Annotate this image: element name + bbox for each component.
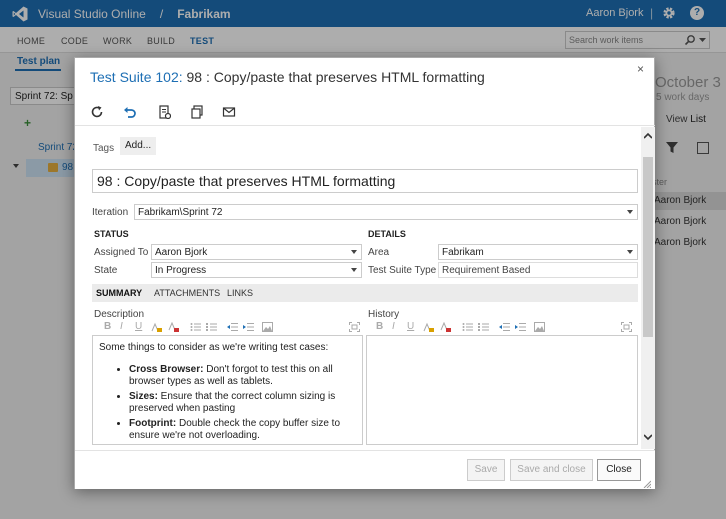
dialog-title-text: 98 : Copy/paste that preserves HTML form…	[186, 69, 485, 85]
highlight-icon[interactable]	[151, 322, 162, 332]
list-item: Sizes: Ensure that the correct column si…	[129, 391, 345, 415]
scrollbar-thumb[interactable]	[643, 157, 653, 337]
assigned-to-value: Aaron Bjork	[155, 247, 208, 258]
iteration-label: Iteration	[92, 207, 129, 218]
mail-icon[interactable]	[222, 105, 236, 119]
bullet-term: Footprint:	[129, 418, 177, 429]
copy-icon[interactable]	[190, 105, 204, 119]
indent-icon[interactable]	[243, 322, 254, 332]
undo-icon[interactable]	[123, 105, 137, 119]
italic-button[interactable]: I	[120, 321, 123, 332]
underline-button[interactable]: U	[135, 321, 142, 332]
work-item-dialog: Test Suite 102: 98 : Copy/paste that pre…	[74, 57, 655, 489]
bold-button[interactable]: B	[104, 321, 111, 332]
state-value: In Progress	[155, 265, 207, 276]
bullet-list-icon[interactable]	[190, 322, 201, 332]
scroll-down-icon[interactable]	[644, 433, 652, 441]
maximize-icon[interactable]	[349, 322, 360, 332]
list-item: Cross Browser: Don't forgot to test this…	[129, 364, 345, 388]
history-label: History	[368, 309, 400, 320]
image-icon[interactable]	[262, 322, 273, 332]
bold-button[interactable]: B	[376, 321, 383, 332]
area-select[interactable]: Fabrikam	[438, 244, 638, 260]
italic-button[interactable]: I	[392, 321, 395, 332]
details-section-header: DETAILS	[368, 229, 406, 239]
tab-summary[interactable]: SUMMARY	[96, 288, 142, 298]
bullet-term: Cross Browser:	[129, 364, 204, 375]
bullet-term: Sizes:	[129, 391, 158, 402]
tab-attachments[interactable]: ATTACHMENTS	[154, 288, 220, 298]
dialog-form: Tags Add... 98 : Copy/paste that preserv…	[75, 127, 655, 449]
dialog-toolbar	[75, 98, 655, 126]
form-tabs: SUMMARY ATTACHMENTS LINKS	[92, 284, 638, 302]
numbered-list-icon[interactable]	[206, 322, 217, 332]
description-rich-text-toolbar: B I U	[104, 321, 360, 333]
highlight-icon[interactable]	[423, 322, 434, 332]
chevron-down-icon	[627, 250, 633, 254]
indent-icon[interactable]	[515, 322, 526, 332]
description-intro: Some things to consider as we're writing…	[99, 342, 329, 353]
bullet-text: Ensure that the correct column sizing is…	[129, 391, 336, 414]
chevron-down-icon	[351, 250, 357, 254]
link-icon[interactable]	[157, 105, 171, 119]
maximize-icon[interactable]	[621, 322, 632, 332]
refresh-icon[interactable]	[90, 105, 104, 119]
tags-label: Tags	[93, 143, 115, 154]
tab-links[interactable]: LINKS	[227, 288, 253, 298]
image-icon[interactable]	[534, 322, 545, 332]
font-color-icon[interactable]	[440, 322, 451, 332]
history-editor[interactable]	[366, 335, 638, 445]
outdent-icon[interactable]	[227, 322, 238, 332]
dialog-title-suite[interactable]: Test Suite 102:	[90, 69, 183, 85]
save-and-close-button[interactable]: Save and close	[510, 459, 593, 481]
assigned-to-label: Assigned To	[94, 247, 149, 258]
dialog-title: Test Suite 102: 98 : Copy/paste that pre…	[90, 69, 485, 85]
dialog-footer: Save Save and close Close	[75, 450, 655, 489]
list-item: Footprint: Double check the copy buffer …	[129, 418, 345, 442]
chevron-down-icon	[351, 268, 357, 272]
dialog-scrollbar[interactable]	[641, 127, 655, 449]
history-rich-text-toolbar: B I U	[376, 321, 632, 333]
assigned-to-select[interactable]: Aaron Bjork	[151, 244, 362, 260]
description-editor[interactable]: Some things to consider as we're writing…	[92, 335, 363, 445]
state-label: State	[94, 265, 118, 276]
scroll-up-icon[interactable]	[644, 132, 652, 140]
description-label: Description	[94, 309, 145, 320]
save-button[interactable]: Save	[467, 459, 505, 481]
close-icon[interactable]: ×	[637, 62, 644, 76]
font-color-icon[interactable]	[168, 322, 179, 332]
chevron-down-icon	[627, 210, 633, 214]
status-section-header: STATUS	[94, 229, 129, 239]
resize-grip-icon[interactable]	[643, 480, 651, 488]
suite-type-field: Requirement Based	[438, 262, 638, 278]
add-tag-button[interactable]: Add...	[120, 137, 157, 155]
state-select[interactable]: In Progress	[151, 262, 362, 278]
outdent-icon[interactable]	[499, 322, 510, 332]
numbered-list-icon[interactable]	[478, 322, 489, 332]
suite-type-label: Test Suite Type	[368, 265, 437, 276]
bullet-list-icon[interactable]	[462, 322, 473, 332]
iteration-select[interactable]: Fabrikam\Sprint 72	[134, 204, 638, 220]
underline-button[interactable]: U	[407, 321, 414, 332]
area-label: Area	[368, 247, 390, 258]
iteration-value: Fabrikam\Sprint 72	[138, 207, 223, 218]
work-item-title-input[interactable]: 98 : Copy/paste that preserves HTML form…	[92, 169, 638, 193]
area-value: Fabrikam	[442, 247, 484, 258]
close-button[interactable]: Close	[597, 459, 641, 481]
description-bullets: Cross Browser: Don't forgot to test this…	[115, 364, 345, 444]
